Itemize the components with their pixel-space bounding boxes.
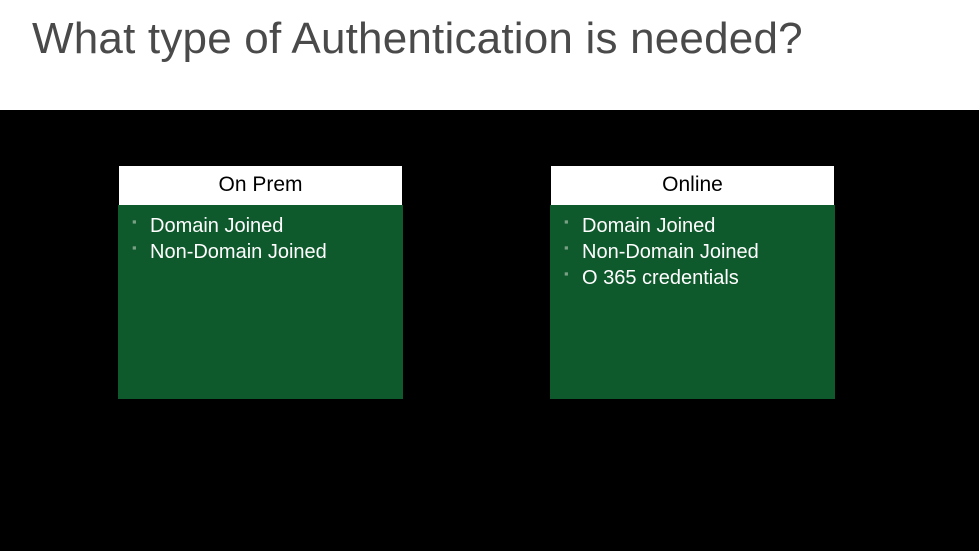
card-onprem-body: Domain Joined Non-Domain Joined — [118, 205, 403, 399]
list-item: Non-Domain Joined — [564, 239, 821, 265]
card-onprem: On Prem Domain Joined Non-Domain Joined — [118, 165, 403, 399]
card-online: Online Domain Joined Non-Domain Joined O… — [550, 165, 835, 399]
card-online-body: Domain Joined Non-Domain Joined O 365 cr… — [550, 205, 835, 399]
slide-title: What type of Authentication is needed? — [32, 14, 803, 64]
card-online-header: Online — [550, 165, 835, 205]
card-online-list: Domain Joined Non-Domain Joined O 365 cr… — [564, 213, 821, 291]
list-item: Non-Domain Joined — [132, 239, 389, 265]
list-item: Domain Joined — [564, 213, 821, 239]
card-onprem-header: On Prem — [118, 165, 403, 205]
list-item: O 365 credentials — [564, 265, 821, 291]
card-onprem-list: Domain Joined Non-Domain Joined — [132, 213, 389, 265]
list-item: Domain Joined — [132, 213, 389, 239]
content-area: On Prem Domain Joined Non-Domain Joined … — [0, 110, 979, 551]
